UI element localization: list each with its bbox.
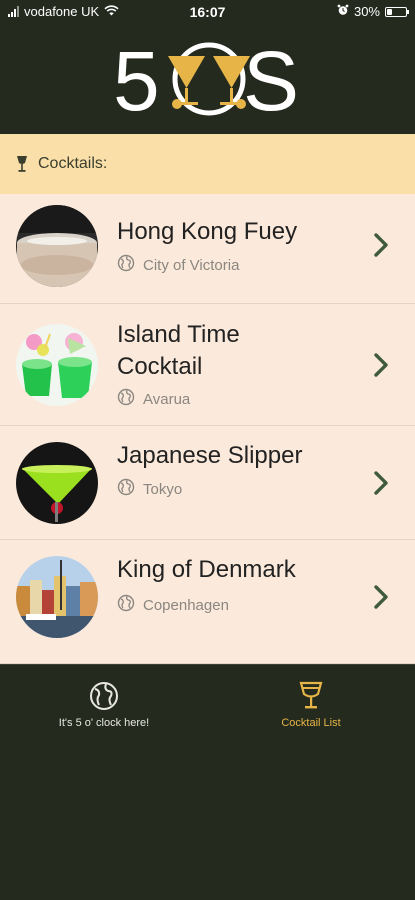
list-item[interactable]: King of Denmark Copenhagen <box>0 540 415 664</box>
globe-icon <box>24 681 184 711</box>
cocktail-name: Japanese Slipper <box>117 442 303 469</box>
tab-cocktail-list[interactable]: Cocktail List <box>231 681 391 729</box>
tab-label: Cocktail List <box>281 717 341 729</box>
tab-bar: It's 5 o' clock here! Cocktail List <box>0 664 415 900</box>
chevron-right-icon <box>373 470 389 501</box>
battery-level <box>387 8 393 15</box>
status-right: 30% <box>337 4 409 19</box>
cocktail-location: City of Victoria <box>117 254 239 276</box>
location-label: Copenhagen <box>143 596 229 614</box>
list-item[interactable]: Hong Kong Fuey City of Victoria <box>0 194 415 304</box>
logo-s: S <box>243 40 299 120</box>
cocktail-location: Tokyo <box>117 478 182 500</box>
tab-label: It's 5 o' clock here! <box>58 717 150 729</box>
cocktail-thumbnail <box>16 442 98 524</box>
globe-icon <box>117 388 135 410</box>
section-header: Cocktails: <box>0 134 415 194</box>
location-label: Tokyo <box>143 480 183 498</box>
cocktail-list[interactable]: Hong Kong Fuey City of Victoria Island T… <box>0 194 415 664</box>
location-label: Avarua <box>143 390 191 408</box>
cocktail-thumbnail <box>16 556 98 638</box>
globe-icon <box>117 478 135 500</box>
cocktail-thumbnail <box>16 324 98 406</box>
cocktail-location: Avarua <box>117 388 190 410</box>
cocktail-name: King of Denmark <box>117 556 296 583</box>
cocktail-name: Island Time Cocktail <box>117 321 240 380</box>
location-label: City of Victoria <box>143 256 240 274</box>
battery-percent: 30% <box>353 4 380 19</box>
alarm-icon <box>337 4 349 19</box>
chevron-right-icon <box>373 352 389 383</box>
cocktail-glass-icon <box>16 155 28 173</box>
chevron-right-icon <box>373 584 389 615</box>
globe-icon <box>117 594 135 616</box>
globe-icon <box>117 254 135 276</box>
app-logo: 5 S <box>113 34 303 128</box>
chevron-right-icon <box>373 232 389 263</box>
app-screen: vodafone UK 16:07 30% 5 S Cocktails: Hon… <box>0 0 415 900</box>
tab-five-oclock[interactable]: It's 5 o' clock here! <box>24 681 184 729</box>
cocktail-thumbnail <box>16 205 98 287</box>
cocktail-name: Hong Kong Fuey <box>117 218 298 245</box>
section-title: Cocktails: <box>38 155 108 172</box>
list-item[interactable]: Island Time Cocktail Avarua <box>0 304 415 426</box>
cocktail-location: Copenhagen <box>117 594 229 616</box>
list-item[interactable]: Japanese Slipper Tokyo <box>0 426 415 540</box>
logo-five: 5 <box>113 40 160 120</box>
app-header: 5 S <box>0 26 415 134</box>
battery-icon <box>385 6 409 17</box>
status-bar: vodafone UK 16:07 30% <box>0 0 415 26</box>
cocktail-glass-icon <box>231 681 391 711</box>
